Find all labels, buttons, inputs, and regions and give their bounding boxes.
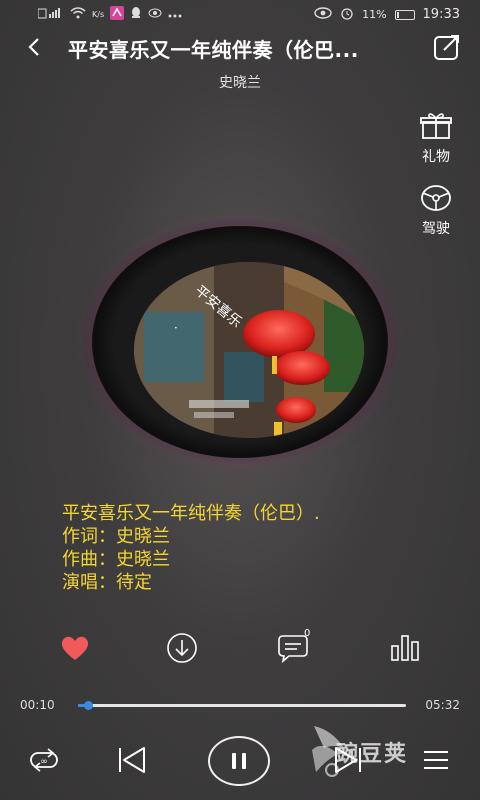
clock: 19:33 xyxy=(422,7,460,22)
chevron-left-icon xyxy=(28,38,39,56)
header: 平安喜乐又一年纯伴奏（伦巴... xyxy=(0,28,480,68)
current-time: 00:10 xyxy=(20,698,55,712)
battery-percent: 11% xyxy=(362,8,387,21)
status-right: 11% 19:33 xyxy=(314,6,460,24)
previous-icon xyxy=(119,747,145,773)
lyric-line: 作曲：史晓兰 xyxy=(62,549,170,570)
status-left: K/s xyxy=(37,6,182,24)
wifi-icon xyxy=(70,7,86,23)
drive-mode-button[interactable]: 驾驶 xyxy=(406,184,466,238)
download-icon xyxy=(167,633,197,663)
gift-icon xyxy=(420,113,452,139)
equalizer-icon xyxy=(391,635,419,661)
pause-icon xyxy=(232,753,246,769)
heart-icon xyxy=(61,636,89,660)
status-bar: K/s 11% 19:33 xyxy=(0,0,480,28)
back-button[interactable] xyxy=(22,32,48,62)
comment-count-badge: 0 xyxy=(304,628,311,639)
previous-button[interactable] xyxy=(116,744,148,780)
eye-comfort-icon xyxy=(148,7,162,23)
artist-name[interactable]: 史晓兰 xyxy=(0,72,480,92)
repeat-button[interactable]: ∞ xyxy=(28,748,60,776)
watermark: 豌豆荚 xyxy=(308,716,468,786)
steering-wheel-icon xyxy=(421,185,451,211)
svg-text:∞: ∞ xyxy=(40,757,48,767)
app-notification-icon xyxy=(110,6,125,24)
gift-button[interactable]: 礼物 xyxy=(406,112,466,166)
seek-thumb[interactable] xyxy=(83,701,93,710)
drive-mode-label: 驾驶 xyxy=(422,221,450,237)
album-disc[interactable]: 平安喜乐 · xyxy=(82,218,398,464)
like-button[interactable] xyxy=(57,630,93,666)
lyrics-panel[interactable]: 平安喜乐又一年纯伴奏（伦巴）. 作词：史晓兰 作曲：史晓兰 演唱：待定 xyxy=(62,502,320,594)
share-button[interactable] xyxy=(432,32,462,62)
gift-label: 礼物 xyxy=(422,149,450,165)
more-notifications-icon xyxy=(168,8,182,22)
sim-signal-icon xyxy=(37,7,64,23)
vinyl-record: 平安喜乐 · xyxy=(92,226,388,458)
progress-bar: 00:10 05:32 xyxy=(0,694,480,716)
battery-icon xyxy=(394,10,415,20)
album-cover-art: 平安喜乐 · xyxy=(134,262,364,438)
svg-text:·: · xyxy=(174,321,178,335)
alarm-icon xyxy=(340,6,354,24)
song-title: 平安喜乐又一年纯伴奏（伦巴... xyxy=(68,38,359,62)
download-button[interactable] xyxy=(164,630,200,666)
seek-track[interactable] xyxy=(78,701,406,710)
comment-button[interactable]: 0 xyxy=(275,628,311,666)
qq-icon xyxy=(130,6,142,24)
lyric-line: 作词：史晓兰 xyxy=(62,526,170,547)
lyric-line: 平安喜乐又一年纯伴奏（伦巴）. xyxy=(62,503,320,524)
album-cover: 平安喜乐 · xyxy=(134,262,364,438)
network-speed: K/s xyxy=(92,10,105,19)
watermark-text: 豌豆荚 xyxy=(336,742,409,767)
repeat-icon: ∞ xyxy=(30,748,58,772)
lyric-line: 演唱：待定 xyxy=(62,572,152,593)
action-row: 0 xyxy=(0,628,480,666)
total-time: 05:32 xyxy=(425,698,460,712)
pause-button[interactable] xyxy=(208,736,270,786)
share-icon xyxy=(434,35,459,60)
eye-icon xyxy=(314,7,332,23)
equalizer-button[interactable] xyxy=(388,630,424,666)
